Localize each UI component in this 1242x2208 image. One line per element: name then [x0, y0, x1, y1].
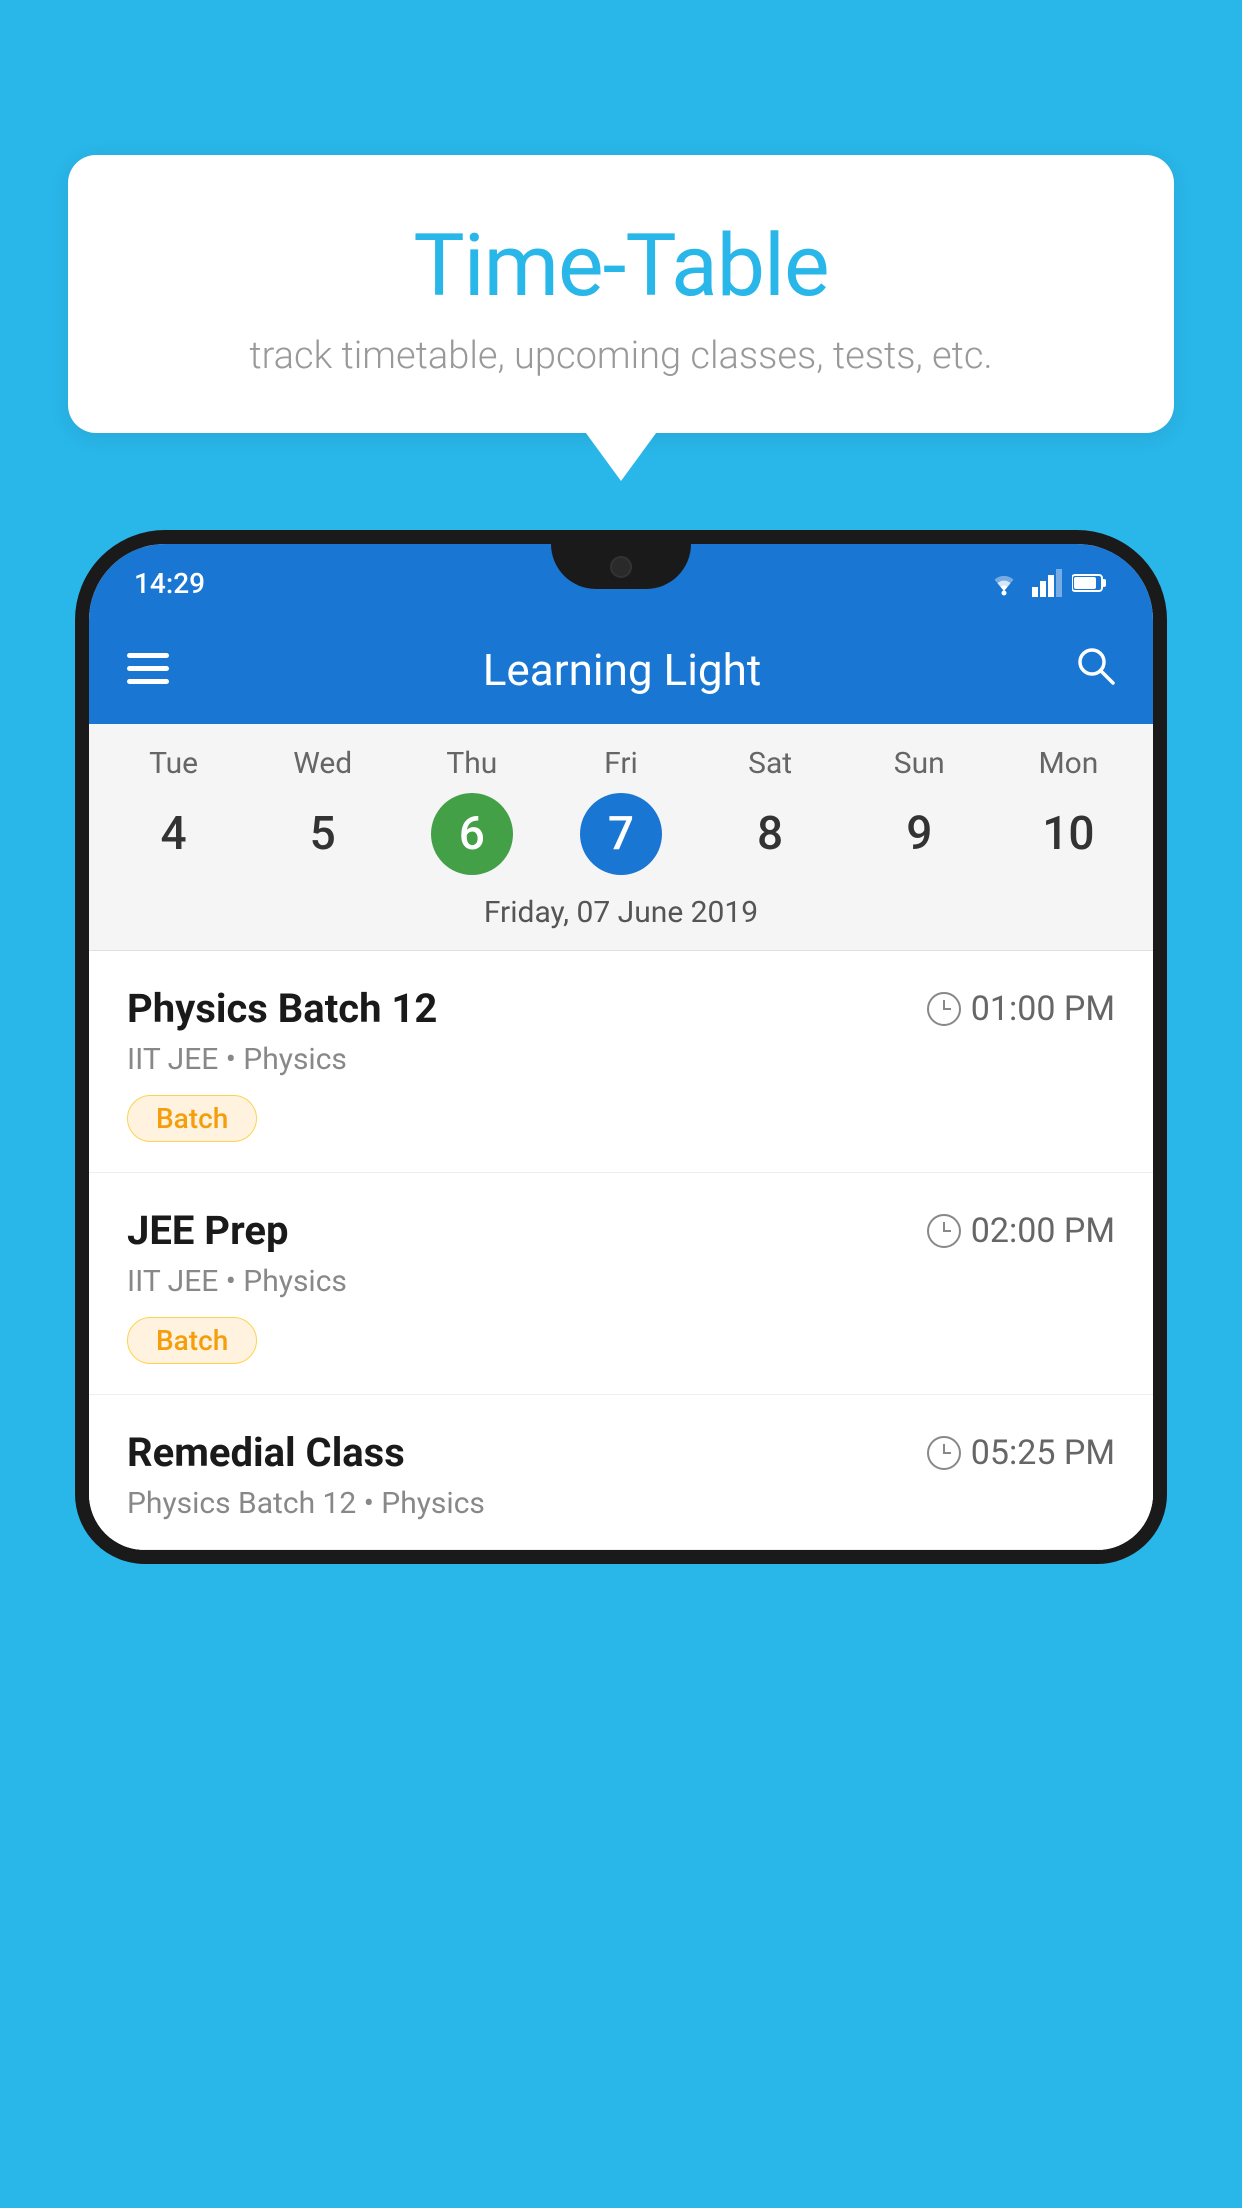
camera-dot [610, 556, 632, 578]
day-num-thu: 6 [431, 793, 513, 875]
schedule-time-3: 05:25 PM [927, 1433, 1115, 1473]
day-name-mon: Mon [1038, 746, 1098, 781]
app-title: Learning Light [197, 644, 1047, 696]
app-toolbar: Learning Light [89, 616, 1153, 724]
signal-icon [1032, 569, 1062, 597]
schedule-time-2: 02:00 PM [927, 1211, 1115, 1251]
schedule-list: Physics Batch 12 01:00 PM IIT JEE • Phys… [89, 951, 1153, 1550]
clock-icon-2 [927, 1214, 961, 1248]
status-icons [986, 569, 1108, 597]
phone-mockup: 14:29 [75, 530, 1167, 2208]
day-num-sun: 9 [878, 793, 960, 875]
schedule-item-header-2: JEE Prep 02:00 PM [127, 1207, 1115, 1254]
days-row: Tue 4 Wed 5 Thu 6 Fri 7 Sat 8 [89, 724, 1153, 883]
search-button[interactable] [1075, 644, 1115, 696]
schedule-item-jee-prep[interactable]: JEE Prep 02:00 PM IIT JEE • Physics Batc… [89, 1173, 1153, 1395]
phone-frame: 14:29 [75, 530, 1167, 1564]
volume-button [77, 764, 89, 844]
tooltip-card: Time-Table track timetable, upcoming cla… [68, 155, 1174, 433]
clock-icon-3 [927, 1436, 961, 1470]
day-num-wed: 5 [282, 793, 364, 875]
day-name-wed: Wed [293, 746, 352, 781]
schedule-name-2: JEE Prep [127, 1207, 288, 1254]
schedule-item-header-1: Physics Batch 12 01:00 PM [127, 985, 1115, 1032]
schedule-meta-1: IIT JEE • Physics [127, 1042, 1115, 1077]
search-icon [1075, 645, 1115, 685]
selected-date-label: Friday, 07 June 2019 [89, 883, 1153, 951]
day-tue[interactable]: Tue 4 [114, 746, 234, 875]
day-wed[interactable]: Wed 5 [263, 746, 383, 875]
schedule-name-3: Remedial Class [127, 1429, 405, 1476]
schedule-item-header-3: Remedial Class 05:25 PM [127, 1429, 1115, 1476]
day-name-sat: Sat [748, 746, 792, 781]
schedule-item-remedial[interactable]: Remedial Class 05:25 PM Physics Batch 12… [89, 1395, 1153, 1550]
day-name-fri: Fri [604, 746, 638, 781]
day-name-sun: Sun [894, 746, 945, 781]
batch-badge-1: Batch [127, 1095, 257, 1142]
schedule-meta-3: Physics Batch 12 • Physics [127, 1486, 1115, 1521]
day-thu[interactable]: Thu 6 [412, 746, 532, 875]
day-mon[interactable]: Mon 10 [1008, 746, 1128, 875]
day-num-tue: 4 [133, 793, 215, 875]
hamburger-icon [127, 653, 169, 685]
day-num-mon: 10 [1027, 793, 1109, 875]
tooltip-title: Time-Table [128, 215, 1114, 316]
clock-icon-1 [927, 992, 961, 1026]
schedule-meta-2: IIT JEE • Physics [127, 1264, 1115, 1299]
day-sat[interactable]: Sat 8 [710, 746, 830, 875]
status-time: 14:29 [134, 567, 205, 600]
menu-icon[interactable] [127, 644, 169, 696]
day-fri[interactable]: Fri 7 [561, 746, 681, 875]
schedule-item-physics-batch[interactable]: Physics Batch 12 01:00 PM IIT JEE • Phys… [89, 951, 1153, 1173]
schedule-name-1: Physics Batch 12 [127, 985, 437, 1032]
day-num-fri: 7 [580, 793, 662, 875]
batch-badge-2: Batch [127, 1317, 257, 1364]
notch [551, 544, 691, 589]
day-name-thu: Thu [446, 746, 497, 781]
battery-icon [1072, 572, 1108, 594]
day-name-tue: Tue [149, 746, 198, 781]
day-sun[interactable]: Sun 9 [859, 746, 979, 875]
calendar-strip: Tue 4 Wed 5 Thu 6 Fri 7 Sat 8 [89, 724, 1153, 951]
status-bar: 14:29 [89, 544, 1153, 616]
power-button [1153, 784, 1165, 894]
tooltip-subtitle: track timetable, upcoming classes, tests… [128, 334, 1114, 378]
schedule-time-1: 01:00 PM [927, 989, 1115, 1029]
day-num-sat: 8 [729, 793, 811, 875]
wifi-icon [986, 569, 1022, 597]
